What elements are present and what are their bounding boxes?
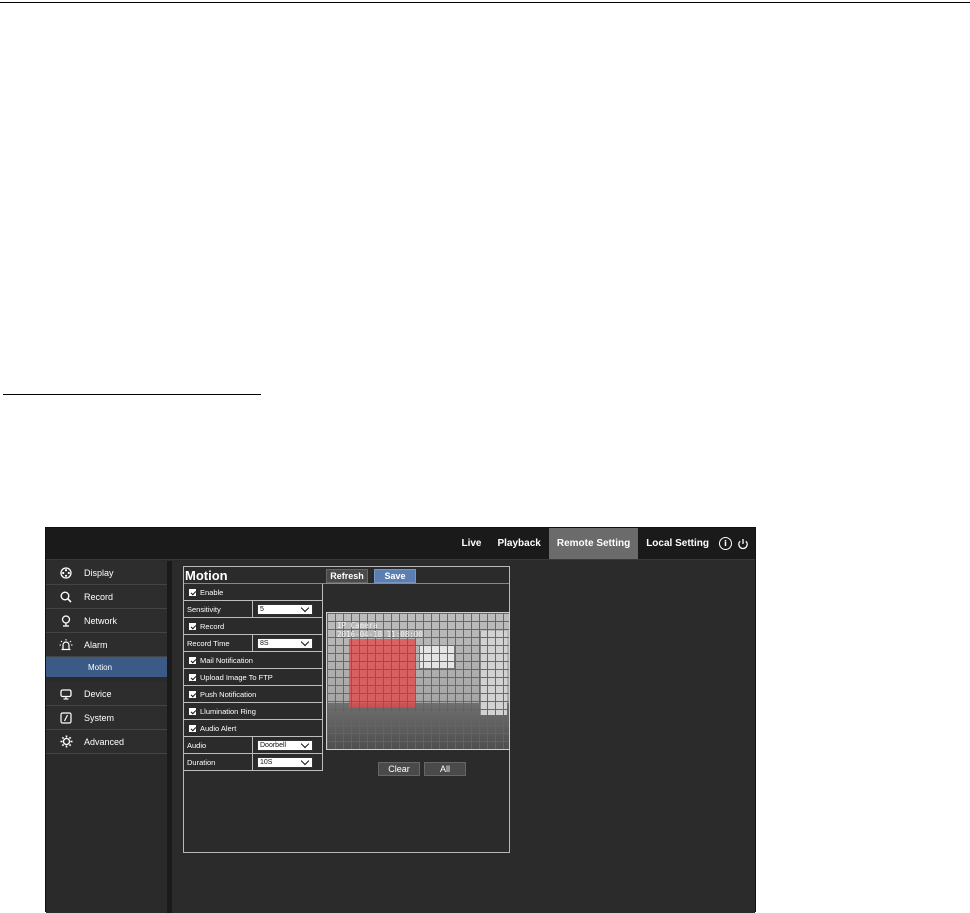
gear-icon <box>58 734 74 750</box>
enable-checkbox[interactable] <box>189 588 196 596</box>
logout-button[interactable] <box>734 528 751 559</box>
illumination-ring-label: Llumination Ring <box>200 706 256 716</box>
dvr-web-client-window: Live Playback Remote Setting Local Setti… <box>45 527 756 913</box>
sensitivity-value: 5 <box>260 605 264 613</box>
duration-value: 10S <box>260 758 273 766</box>
info-button[interactable]: i <box>717 528 734 559</box>
sidebar-item-record[interactable]: Record <box>46 585 167 609</box>
sidebar-subitem-motion[interactable]: Motion <box>46 657 167 677</box>
chevron-down-icon <box>300 739 310 748</box>
enable-row: Enable <box>184 584 323 601</box>
sidebar-item-label: Alarm <box>84 639 108 650</box>
record-time-row: Record Time 8S <box>184 635 323 652</box>
sidebar-item-label: System <box>84 712 115 723</box>
sensitivity-row: Sensitivity 5 <box>184 601 323 618</box>
sidebar-item-alarm[interactable]: Alarm <box>46 633 167 657</box>
refresh-button[interactable]: Refresh <box>326 569 368 583</box>
nav-playback[interactable]: Playback <box>489 528 548 559</box>
sensitivity-label: Sensitivity <box>184 601 253 617</box>
top-navigation: Live Playback Remote Setting Local Setti… <box>453 528 755 559</box>
chevron-down-icon <box>300 756 310 765</box>
sidebar-subitem-label: Motion <box>88 662 113 672</box>
record-label: Record <box>200 621 225 631</box>
select-all-button[interactable]: All <box>424 762 466 776</box>
osd-camera-name: IP Camera <box>337 621 378 630</box>
duration-label: Duration <box>184 754 253 770</box>
alarm-icon <box>58 637 74 653</box>
record-time-value: 8S <box>260 639 269 647</box>
sidebar-item-label: Record <box>84 591 114 602</box>
record-time-label: Record Time <box>184 635 253 651</box>
sidebar-item-device[interactable]: Device <box>46 682 167 706</box>
duration-select[interactable]: 10S <box>257 756 313 768</box>
sidebar-item-label: Display <box>84 567 114 578</box>
main-content: Motion Refresh Save Enable Sensitivity 5 <box>172 561 755 913</box>
motion-settings-panel: Motion Refresh Save Enable Sensitivity 5 <box>183 566 510 853</box>
record-checkbox[interactable] <box>189 622 196 630</box>
mail-notification-row: Mail Notification <box>184 652 323 669</box>
record-time-select[interactable]: 8S <box>257 637 313 649</box>
clear-button[interactable]: Clear <box>378 762 420 776</box>
system-icon <box>58 710 74 726</box>
audio-value: Doorbell <box>260 741 287 749</box>
mail-notification-checkbox[interactable] <box>189 656 196 664</box>
document-top-rule <box>0 2 970 3</box>
nav-remote-setting[interactable]: Remote Setting <box>548 528 639 559</box>
info-icon: i <box>719 537 732 550</box>
sidebar-item-advanced[interactable]: Advanced <box>46 730 167 754</box>
top-bar: Live Playback Remote Setting Local Setti… <box>46 528 755 560</box>
sidebar-item-display[interactable]: Display <box>46 561 167 585</box>
enable-label: Enable <box>200 587 224 597</box>
push-notification-row: Push Notification <box>184 686 323 703</box>
network-icon <box>58 613 74 629</box>
device-icon <box>58 686 74 702</box>
upload-ftp-row: Upload Image To FTP <box>184 669 323 686</box>
osd-timestamp: 2016-04-18 11:08:00 <box>337 630 423 639</box>
audio-alert-checkbox[interactable] <box>189 724 196 732</box>
display-icon <box>58 565 74 581</box>
search-icon <box>58 589 74 605</box>
page-title: Motion <box>185 568 228 583</box>
upload-ftp-label: Upload Image To FTP <box>200 672 273 682</box>
duration-row: Duration 10S <box>184 754 323 771</box>
sidebar: Display Record Network Alarm Motion Devi… <box>46 561 167 913</box>
motion-form: Enable Sensitivity 5 Record Record Time <box>184 584 323 771</box>
illumination-ring-checkbox[interactable] <box>189 707 196 715</box>
audio-label: Audio <box>184 737 253 753</box>
save-button[interactable]: Save <box>374 569 416 583</box>
audio-row: Audio Doorbell <box>184 737 323 754</box>
chevron-down-icon <box>300 637 310 646</box>
sidebar-item-label: Device <box>84 688 112 699</box>
illumination-ring-row: Llumination Ring <box>184 703 323 720</box>
upload-ftp-checkbox[interactable] <box>189 673 196 681</box>
camera-osd: IP Camera 2016-04-18 11:08:00 <box>337 621 423 639</box>
nav-live[interactable]: Live <box>453 528 489 559</box>
push-notification-checkbox[interactable] <box>189 690 196 698</box>
sidebar-item-label: Advanced <box>84 736 125 747</box>
motion-area-preview[interactable]: IP Camera 2016-04-18 11:08:00 <box>326 612 510 750</box>
audio-alert-row: Audio Alert <box>184 720 323 737</box>
sidebar-item-label: Network <box>84 615 118 626</box>
chevron-down-icon <box>300 603 310 612</box>
audio-alert-label: Audio Alert <box>200 723 237 733</box>
sidebar-item-system[interactable]: System <box>46 706 167 730</box>
push-notification-label: Push Notification <box>200 689 257 699</box>
document-heading-underline <box>3 394 261 395</box>
mail-notification-label: Mail Notification <box>200 655 253 665</box>
sidebar-item-network[interactable]: Network <box>46 609 167 633</box>
power-icon <box>737 538 748 549</box>
record-row: Record <box>184 618 323 635</box>
sensitivity-select[interactable]: 5 <box>257 603 313 615</box>
nav-local-setting[interactable]: Local Setting <box>638 528 717 559</box>
audio-select[interactable]: Doorbell <box>257 739 313 751</box>
